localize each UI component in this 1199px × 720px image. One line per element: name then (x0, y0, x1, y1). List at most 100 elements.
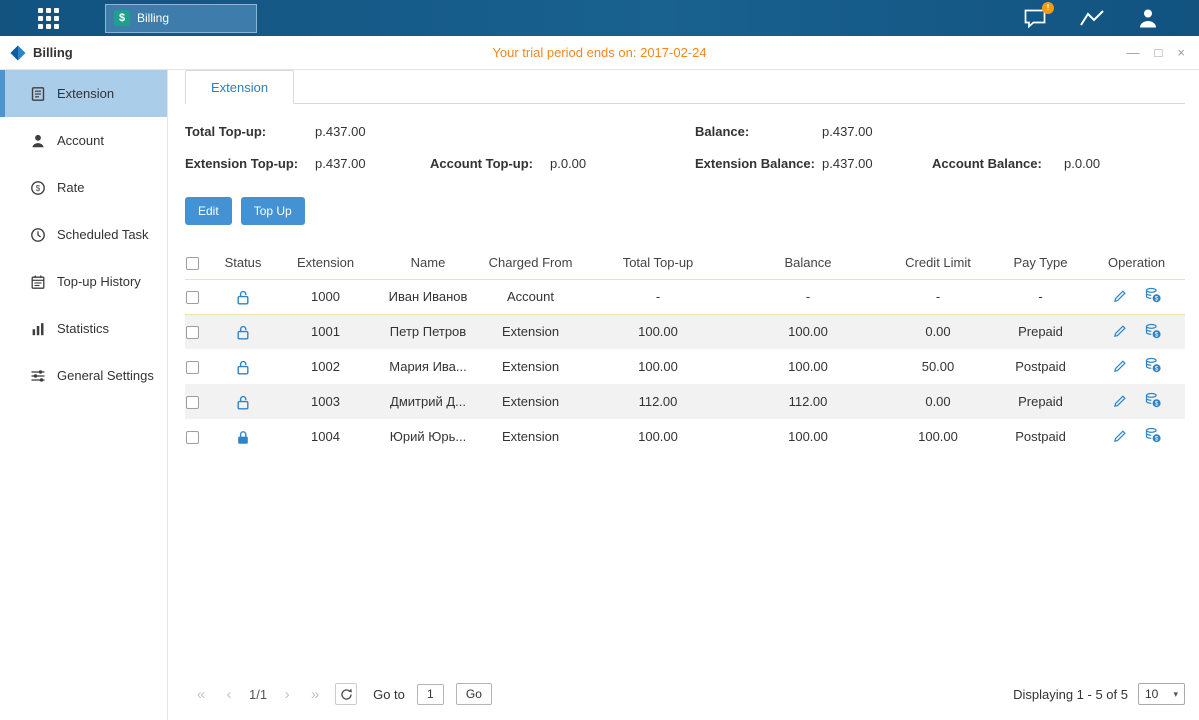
sidebar-item-extension[interactable]: Extension (0, 70, 167, 117)
tab-extension[interactable]: Extension (185, 70, 294, 104)
row-name: Дмитрий Д... (378, 384, 478, 419)
row-charged-from: Extension (478, 419, 583, 454)
row-checkbox[interactable] (186, 396, 199, 409)
row-extension: 1000 (273, 279, 378, 314)
last-page-button[interactable]: » (307, 686, 323, 703)
topup-row-icon[interactable]: $ (1145, 392, 1161, 408)
total-topup-value: p.437.00 (315, 124, 430, 139)
sidebar-item-scheduled-task[interactable]: Scheduled Task (0, 211, 167, 258)
close-button[interactable]: × (1177, 46, 1185, 59)
sidebar-item-topup-history[interactable]: Top-up History (0, 258, 167, 305)
row-checkbox[interactable] (186, 326, 199, 339)
row-total-topup: - (583, 279, 733, 314)
top-up-button[interactable]: Top Up (241, 197, 305, 225)
row-pay-type: Prepaid (993, 384, 1088, 419)
topup-row-icon[interactable]: $ (1145, 357, 1161, 373)
row-charged-from: Account (478, 279, 583, 314)
row-credit-limit: 100.00 (883, 419, 993, 454)
prev-page-button[interactable]: ‹ (221, 686, 237, 703)
account-balance-value: p.0.00 (1064, 156, 1185, 171)
notification-badge: ! (1042, 2, 1054, 14)
row-credit-limit: 50.00 (883, 349, 993, 384)
topup-row-icon[interactable]: $ (1145, 323, 1161, 339)
account-topup-value: p.0.00 (550, 156, 695, 171)
edit-button[interactable]: Edit (185, 197, 232, 225)
sidebar-item-rate[interactable]: $ Rate (0, 164, 167, 211)
row-checkbox[interactable] (186, 291, 199, 304)
action-buttons: Edit Top Up (185, 197, 1185, 225)
taskbar-billing-item[interactable]: $ Billing (105, 4, 257, 33)
table-body: 1000 Иван Иванов Account - - - - (185, 279, 1185, 454)
table-row[interactable]: 1000 Иван Иванов Account - - - - (185, 279, 1185, 314)
sidebar-item-statistics[interactable]: Statistics (0, 305, 167, 352)
edit-row-icon[interactable] (1113, 428, 1128, 443)
row-pay-type: Postpaid (993, 349, 1088, 384)
topup-row-icon[interactable]: $ (1145, 287, 1161, 303)
extension-balance-label: Extension Balance: (695, 156, 822, 171)
table-row[interactable]: 1001 Петр Петров Extension 100.00 100.00… (185, 314, 1185, 349)
page-size-select[interactable]: 10 ▾ (1138, 683, 1185, 705)
table-row[interactable]: 1002 Мария Ива... Extension 100.00 100.0… (185, 349, 1185, 384)
row-balance: 112.00 (733, 384, 883, 419)
row-total-topup: 100.00 (583, 349, 733, 384)
app-grid-icon[interactable] (38, 8, 59, 29)
notifications-icon[interactable]: ! (1023, 8, 1047, 29)
row-extension: 1001 (273, 314, 378, 349)
taskbar-billing-label: Billing (137, 11, 169, 25)
edit-row-icon[interactable] (1113, 393, 1128, 408)
column-header-operation: Operation (1088, 247, 1185, 279)
sidebar-item-label: Scheduled Task (57, 227, 149, 242)
row-pay-type: - (993, 279, 1088, 314)
go-button[interactable]: Go (456, 683, 492, 705)
statistics-topbar-icon[interactable] (1079, 8, 1105, 28)
next-page-button[interactable]: › (279, 686, 295, 703)
table-row[interactable]: 1003 Дмитрий Д... Extension 112.00 112.0… (185, 384, 1185, 419)
maximize-button[interactable]: □ (1155, 46, 1163, 59)
extension-table: Status Extension Name Charged From Total… (185, 247, 1185, 454)
column-header-total-topup: Total Top-up (583, 247, 733, 279)
sidebar-item-label: Statistics (57, 321, 109, 336)
rate-icon: $ (30, 180, 46, 196)
balance-summary: Total Top-up: p.437.00 Balance: p.437.00… (185, 124, 1185, 171)
displaying-text: Displaying 1 - 5 of 5 (1013, 687, 1128, 702)
edit-row-icon[interactable] (1113, 323, 1128, 338)
row-pay-type: Prepaid (993, 314, 1088, 349)
sidebar-item-general-settings[interactable]: General Settings (0, 352, 167, 399)
row-extension: 1003 (273, 384, 378, 419)
select-all-checkbox[interactable] (186, 257, 199, 270)
tab-bar: Extension (185, 70, 1185, 104)
column-header-balance: Balance (733, 247, 883, 279)
refresh-button[interactable] (335, 683, 357, 705)
account-balance-label: Account Balance: (932, 156, 1064, 171)
row-checkbox[interactable] (186, 431, 199, 444)
extension-topup-label: Extension Top-up: (185, 156, 315, 171)
sidebar-item-label: Extension (57, 86, 114, 101)
column-header-pay-type: Pay Type (993, 247, 1088, 279)
edit-row-icon[interactable] (1113, 358, 1128, 373)
window-title: Billing (33, 45, 73, 60)
extension-icon (30, 86, 46, 102)
first-page-button[interactable]: « (193, 686, 209, 703)
table-row[interactable]: 1004 Юрий Юрь... Extension 100.00 100.00… (185, 419, 1185, 454)
goto-page-input[interactable] (417, 684, 444, 705)
sidebar-item-account[interactable]: Account (0, 117, 167, 164)
sidebar-item-label: Rate (57, 180, 84, 195)
row-checkbox[interactable] (186, 361, 199, 374)
account-topup-label: Account Top-up: (430, 156, 550, 171)
row-pay-type: Postpaid (993, 419, 1088, 454)
status-unlocked-icon (236, 395, 250, 410)
edit-row-icon[interactable] (1113, 288, 1128, 303)
balance-value: p.437.00 (822, 124, 932, 139)
row-charged-from: Extension (478, 314, 583, 349)
row-charged-from: Extension (478, 384, 583, 419)
row-charged-from: Extension (478, 349, 583, 384)
minimize-button[interactable]: — (1127, 46, 1140, 59)
row-name: Мария Ива... (378, 349, 478, 384)
column-header-name: Name (378, 247, 478, 279)
status-unlocked-icon (236, 290, 250, 305)
topup-row-icon[interactable]: $ (1145, 427, 1161, 443)
column-header-status: Status (213, 247, 273, 279)
goto-label: Go to (373, 687, 405, 702)
user-topbar-icon[interactable] (1137, 7, 1159, 29)
bar-chart-icon (30, 321, 46, 337)
